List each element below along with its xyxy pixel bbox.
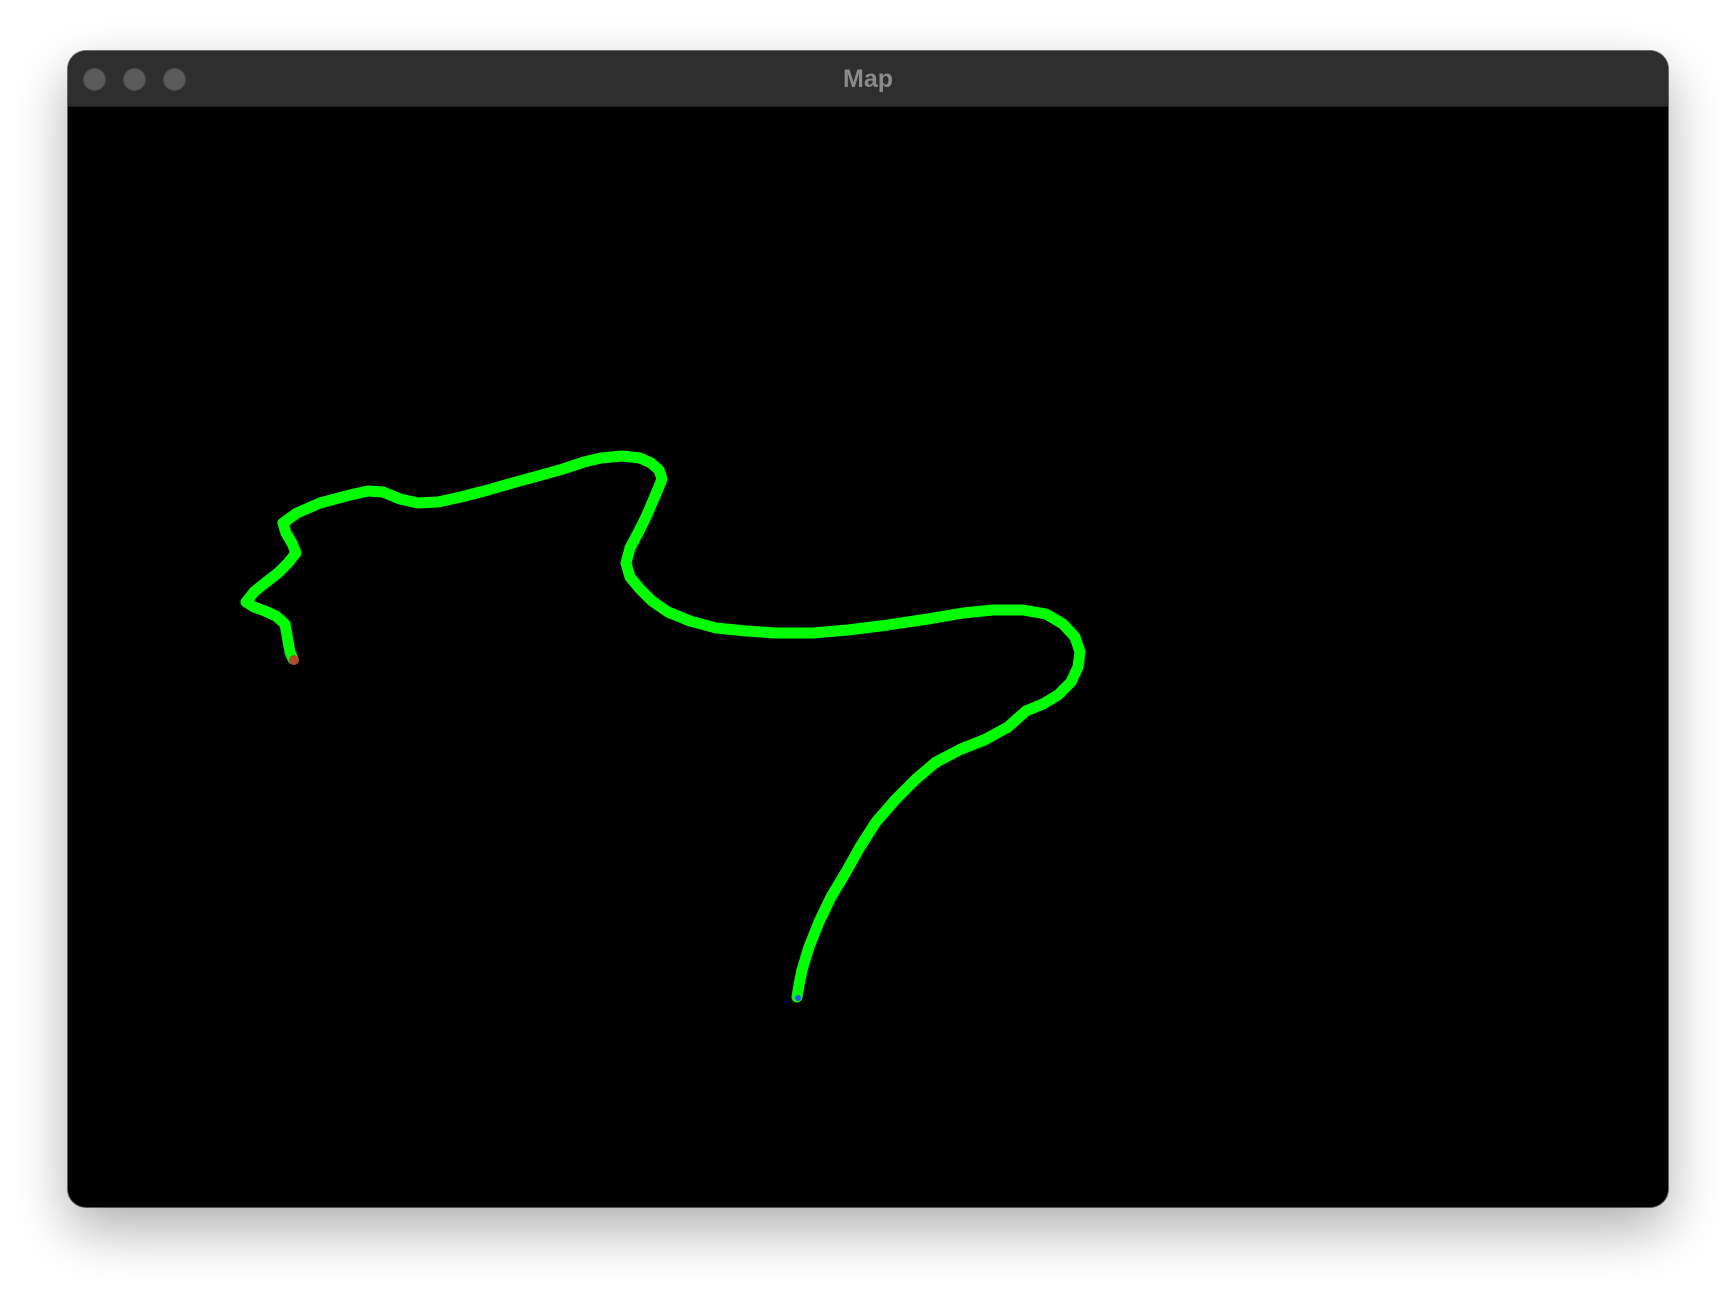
- map-canvas[interactable]: [68, 107, 1668, 1207]
- title-bar[interactable]: Map: [68, 51, 1668, 107]
- map-svg: [240, 450, 1086, 1003]
- window-title: Map: [843, 65, 893, 93]
- trajectory-path: [240, 450, 1086, 1003]
- end-marker: [795, 995, 801, 1001]
- map-window: Map: [68, 51, 1668, 1207]
- trajectory-overlap-path: [796, 726, 1011, 992]
- start-marker: [289, 655, 299, 665]
